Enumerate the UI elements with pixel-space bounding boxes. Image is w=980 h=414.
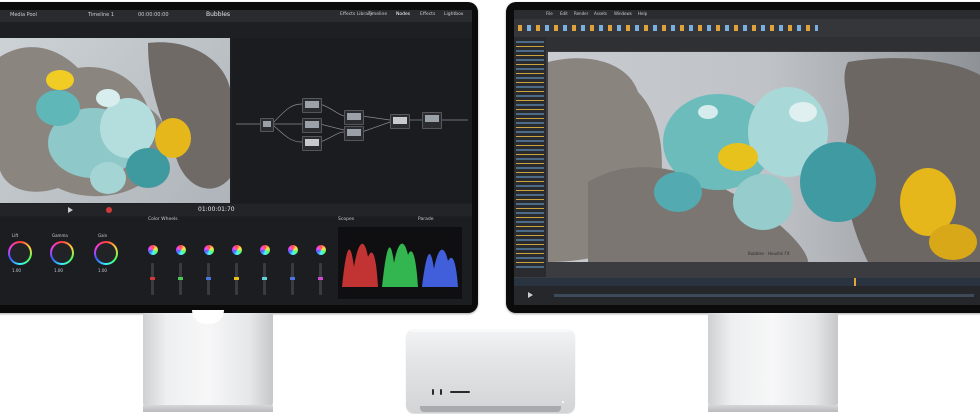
- parade-scope: [338, 227, 462, 299]
- playbar-controls[interactable]: [514, 286, 980, 305]
- scopes-mode[interactable]: Parade: [418, 217, 434, 223]
- toolbar-item-timeline[interactable]: Timeline: [368, 12, 387, 18]
- gamma-wheel[interactable]: [50, 241, 74, 265]
- color-wheels-title: Color Wheels: [148, 217, 178, 222]
- fader-yellow[interactable]: [234, 263, 239, 295]
- sd-card-slot: [450, 391, 470, 393]
- node-06[interactable]: [344, 126, 364, 141]
- usb-c-port-2: [440, 389, 442, 395]
- toolbar-item-nodes[interactable]: Nodes: [396, 12, 410, 18]
- gain-wheel[interactable]: [94, 241, 118, 265]
- timeline-dropdown[interactable]: Timeline 1: [88, 13, 114, 18]
- usb-c-port-1: [432, 389, 434, 395]
- menu-render[interactable]: Render: [574, 12, 588, 16]
- houdini-viewport[interactable]: Bubbles - Houdini FX: [548, 52, 980, 262]
- node-graph[interactable]: [232, 38, 472, 203]
- left-monitor: Media Pool Timeline 1 00:00:00:00 Bubble…: [0, 2, 478, 313]
- node-01[interactable]: [260, 118, 274, 132]
- menu-assets[interactable]: Assets: [594, 12, 607, 16]
- node-08[interactable]: [422, 112, 442, 129]
- fader-blue-2[interactable]: [290, 263, 295, 295]
- bubble-sculpture-closeup: [548, 58, 980, 262]
- hue-dial-magenta[interactable]: [316, 245, 326, 255]
- play-icon[interactable]: [68, 207, 73, 213]
- hue-dial-yellow[interactable]: [232, 245, 242, 255]
- right-monitor: File Edit Render Assets Windows Help Bub…: [506, 2, 980, 313]
- houdini-timeline[interactable]: [514, 278, 980, 286]
- menu-edit[interactable]: Edit: [560, 12, 568, 16]
- media-pool-label[interactable]: Media Pool: [10, 13, 37, 18]
- mac-studio: [406, 329, 575, 413]
- resolve-top-bar: Media Pool Timeline 1 00:00:00:00 Bubble…: [0, 10, 472, 22]
- scopes-title: Scopes: [338, 217, 355, 222]
- fader-cyan[interactable]: [262, 263, 267, 295]
- hue-dial-blue[interactable]: [204, 245, 214, 255]
- toolbar-item-fx[interactable]: Effects: [420, 12, 435, 18]
- left-stand-foot: [143, 405, 273, 412]
- top-timecode: 00:00:00:00: [138, 12, 169, 18]
- mac-studio-top-edge: [410, 329, 571, 332]
- bubble-sculpture-render: [0, 42, 230, 197]
- hue-dial-blue-2[interactable]: [288, 245, 298, 255]
- frame-range-bar[interactable]: [554, 294, 974, 297]
- fader-blue[interactable]: [206, 263, 211, 295]
- left-monitor-stand: [143, 313, 273, 405]
- playhead[interactable]: [854, 278, 856, 286]
- power-led: [562, 401, 564, 403]
- gamma-value: 1.00: [54, 268, 63, 273]
- window-title: Bubbles: [206, 11, 231, 18]
- menu-windows[interactable]: Windows: [614, 12, 632, 16]
- right-monitor-stand: [708, 313, 838, 405]
- toolbar-item-lightbox[interactable]: Lightbox: [444, 12, 463, 18]
- houdini-screen: File Edit Render Assets Windows Help Bub…: [514, 10, 980, 305]
- houdini-shelf: [514, 19, 980, 37]
- menu-help[interactable]: Help: [638, 12, 647, 16]
- houdini-play-icon[interactable]: [528, 292, 533, 298]
- hue-dial-cyan[interactable]: [260, 245, 270, 255]
- transport-bar: 01:00:01:70: [0, 204, 472, 216]
- gain-label: Gain: [98, 233, 108, 238]
- lift-value: 1.00: [12, 268, 21, 273]
- gain-value: 1.00: [98, 268, 107, 273]
- color-panel: Color Wheels Lift Gamma Gain 1.00 1.00 1…: [0, 217, 472, 305]
- right-stand-foot: [708, 405, 838, 412]
- menu-file[interactable]: File: [546, 12, 553, 16]
- node-03[interactable]: [302, 118, 322, 133]
- node-04[interactable]: [302, 136, 322, 151]
- hue-dial-red[interactable]: [148, 245, 158, 255]
- houdini-menu-bar: File Edit Render Assets Windows Help: [514, 10, 980, 19]
- viewport-caption: Bubbles - Houdini FX: [748, 251, 790, 256]
- gamma-label: Gamma: [52, 233, 68, 238]
- parade-waveform: [342, 243, 458, 287]
- mac-studio-base: [420, 406, 561, 412]
- lift-label: Lift: [12, 233, 19, 238]
- node-05[interactable]: [344, 110, 364, 125]
- hue-dial-green[interactable]: [176, 245, 186, 255]
- viewer-image: [0, 38, 230, 203]
- record-icon[interactable]: [106, 207, 112, 213]
- parameter-strip[interactable]: [546, 37, 980, 51]
- fader-green[interactable]: [178, 263, 183, 295]
- viewer-timecode: 01:00:01:70: [198, 206, 235, 213]
- lift-wheel[interactable]: [8, 241, 32, 265]
- fader-red[interactable]: [150, 263, 155, 295]
- network-tree-panel[interactable]: [514, 37, 546, 277]
- davinci-resolve-screen: Media Pool Timeline 1 00:00:00:00 Bubble…: [0, 10, 472, 305]
- shelf-icons[interactable]: [518, 25, 818, 31]
- fader-magenta[interactable]: [318, 263, 323, 295]
- node-02[interactable]: [302, 98, 322, 113]
- node-07[interactable]: [390, 114, 410, 129]
